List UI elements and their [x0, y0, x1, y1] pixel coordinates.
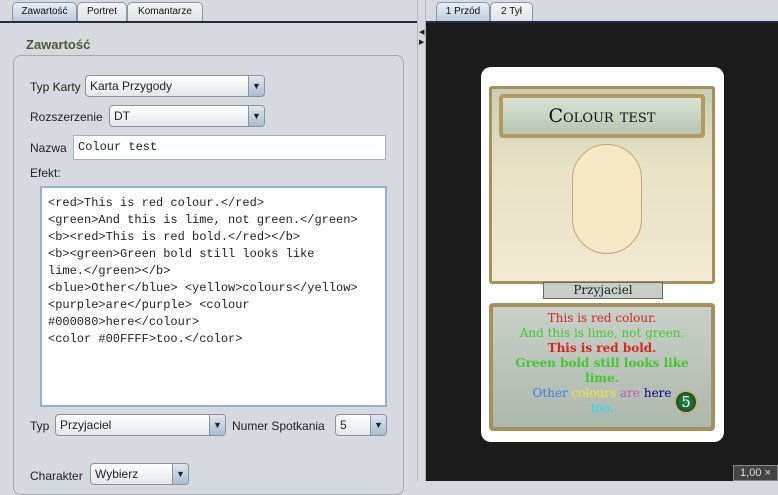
- typ-karty-label: Typ Karty: [30, 80, 81, 94]
- card-text-line: And this is lime, not green.: [519, 326, 685, 340]
- tab-portret[interactable]: Portret: [77, 2, 127, 22]
- chevron-down-icon: ▼: [248, 106, 264, 126]
- tab-komantarze[interactable]: Komantarze: [127, 2, 203, 22]
- efekt-line: <red>This is red colour.</red>: [48, 196, 265, 210]
- numer-spotkania-select[interactable]: 5 ▼: [335, 414, 387, 436]
- typ-label: Typ: [30, 419, 50, 433]
- card-text-line: This is red bold.: [547, 341, 657, 355]
- efekt-line: <blue>Other</blue> <yellow>colours</yell…: [48, 281, 358, 295]
- tab-divider: [0, 21, 418, 23]
- blue-word: Other: [532, 386, 568, 400]
- navy-word: here: [643, 386, 672, 400]
- zoom-level-indicator: 1,00 ×: [733, 465, 778, 481]
- typ-select[interactable]: Przyjaciel ▼: [55, 414, 226, 436]
- chevron-down-icon: ▼: [172, 464, 188, 484]
- efekt-line: <color #00FFFF>too.</color>: [48, 332, 243, 346]
- tab-zawartosc[interactable]: Zawartość: [12, 2, 77, 22]
- card-text-line: Green bold still looks like: [515, 356, 689, 370]
- typ-karty-select[interactable]: Karta Przygody ▼: [85, 75, 265, 97]
- card-art: Colour test: [489, 86, 715, 284]
- efekt-line: #000080>here</colour>: [48, 315, 200, 329]
- typ-karty-value: Karta Przygody: [90, 79, 173, 93]
- chevron-down-icon: ▼: [248, 76, 264, 96]
- yellow-word: colours: [571, 386, 617, 400]
- tab-tyl[interactable]: 2 Tył: [490, 2, 533, 22]
- rozszerzenie-select[interactable]: DT ▼: [109, 105, 265, 127]
- card-text-line: lime.: [585, 371, 619, 385]
- card-title: Colour test: [499, 94, 705, 138]
- nazwa-label: Nazwa: [30, 141, 67, 155]
- efekt-line: lime.</green></b>: [48, 264, 171, 278]
- chevron-down-icon: ▼: [370, 415, 386, 435]
- nazwa-input[interactable]: Colour test: [73, 135, 386, 160]
- section-title: Zawartość: [26, 37, 91, 52]
- card-subtitle: Przyjaciel: [543, 282, 663, 299]
- rozszerzenie-label: Rozszerzenie: [30, 110, 103, 124]
- split-pane-divider[interactable]: ◀ ▶: [417, 0, 426, 481]
- tab-przod[interactable]: 1 Przód: [436, 2, 490, 22]
- card-text-line: This is red colour.: [547, 311, 657, 325]
- numer-spotkania-label: Numer Spotkania: [232, 419, 325, 433]
- efekt-line: <purple>are</purple> <colour: [48, 298, 250, 312]
- rozszerzenie-value: DT: [114, 109, 130, 123]
- efekt-line: <b><green>Green bold still looks like: [48, 247, 315, 261]
- typ-value: Przyjaciel: [60, 418, 112, 432]
- card: Colour test Przyjaciel This is red colou…: [481, 67, 724, 442]
- efekt-line: <green>And this is lime, not green.</gre…: [48, 213, 358, 227]
- angel-illustration: [572, 144, 642, 254]
- charakter-select[interactable]: Wybierz ▼: [90, 463, 189, 485]
- numer-spotkania-value: 5: [340, 418, 347, 432]
- purple-word: are: [620, 386, 641, 400]
- card-number-badge: 5: [674, 390, 698, 414]
- efekt-textarea[interactable]: <red>This is red colour.</red> <green>An…: [40, 186, 387, 407]
- efekt-line: <b><red>This is red bold.</red></b>: [48, 230, 301, 244]
- efekt-label: Efekt:: [30, 166, 61, 180]
- chevron-down-icon: ▼: [209, 415, 225, 435]
- charakter-value: Wybierz: [95, 467, 139, 481]
- collapse-arrows-icon[interactable]: ◀ ▶: [419, 28, 424, 48]
